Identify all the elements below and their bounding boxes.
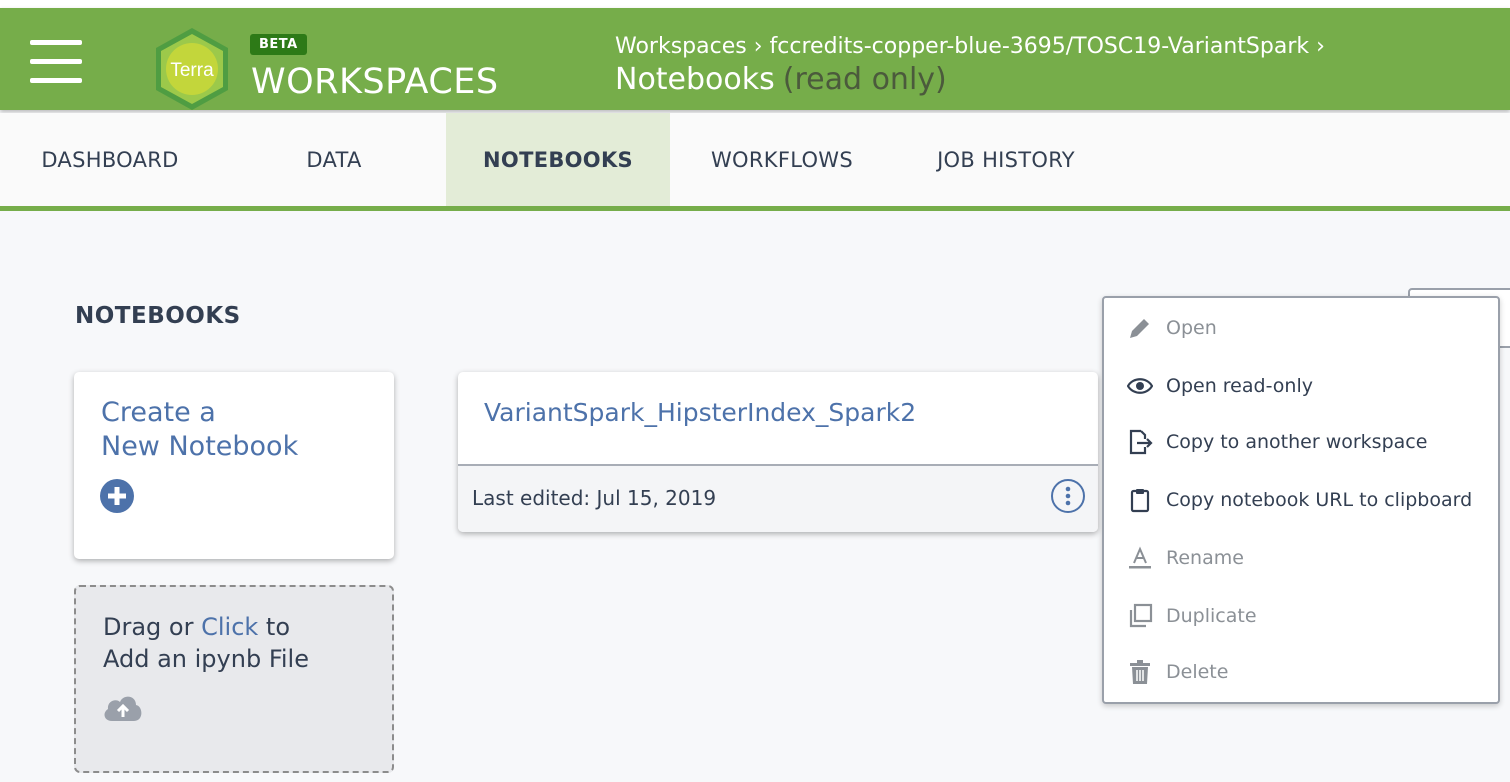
- read-only-label: (read only): [782, 62, 947, 97]
- breadcrumb: Workspaces › fccredits-copper-blue-3695/…: [615, 34, 1325, 59]
- tab-workflows[interactable]: WORKFLOWS: [672, 113, 892, 206]
- clipboard-icon: [1126, 486, 1154, 514]
- tab-notebooks[interactable]: NOTEBOOKS: [446, 113, 670, 206]
- terra-logo[interactable]: Terra: [148, 26, 236, 114]
- breadcrumb-workspace-name[interactable]: fccredits-copper-blue-3695/TOSC19-Varian…: [770, 34, 1310, 59]
- more-options-icon[interactable]: [1051, 479, 1085, 513]
- last-edited: Last edited: Jul 15, 2019: [472, 486, 717, 510]
- notebook-context-menu: Open Open read-only Copy to another work…: [1102, 296, 1500, 704]
- menu-item-open[interactable]: Open: [1126, 308, 1217, 348]
- menu-item-delete[interactable]: Delete: [1126, 652, 1228, 692]
- beta-badge: BETA: [250, 34, 307, 55]
- upload-click-link[interactable]: Click: [201, 613, 258, 641]
- tab-bar: DASHBOARD DATA NOTEBOOKS WORKFLOWS JOB H…: [0, 113, 1510, 211]
- section-title: NOTEBOOKS: [75, 303, 241, 329]
- rename-icon: [1126, 544, 1154, 572]
- notebook-name[interactable]: VariantSpark_HipsterIndex_Spark2: [484, 398, 916, 427]
- breadcrumb-workspaces[interactable]: Workspaces: [615, 34, 747, 59]
- menu-item-open-read-only[interactable]: Open read-only: [1126, 366, 1313, 406]
- page-title: Notebooks (read only): [615, 62, 947, 97]
- menu-item-rename[interactable]: Rename: [1126, 538, 1244, 578]
- notebook-card[interactable]: VariantSpark_HipsterIndex_Spark2 Last ed…: [458, 372, 1098, 532]
- product-name[interactable]: WORKSPACES: [251, 62, 499, 102]
- menu-item-copy-url[interactable]: Copy notebook URL to clipboard: [1126, 480, 1472, 520]
- top-strip: [0, 0, 1510, 8]
- tab-data[interactable]: DATA: [224, 113, 444, 206]
- eye-icon: [1126, 372, 1154, 400]
- tab-dashboard[interactable]: DASHBOARD: [0, 113, 220, 206]
- page-title-text: Notebooks: [615, 62, 775, 97]
- notebook-card-footer: Last edited: Jul 15, 2019: [458, 464, 1098, 532]
- menu-item-copy-to-workspace[interactable]: Copy to another workspace: [1126, 422, 1427, 462]
- hamburger-menu-icon[interactable]: [30, 40, 82, 84]
- upload-label: Drag or Click to Add an ipynb File: [103, 613, 309, 673]
- breadcrumb-separator: ›: [753, 34, 763, 59]
- svg-text:Terra: Terra: [170, 60, 214, 81]
- tab-job-history[interactable]: JOB HISTORY: [896, 113, 1116, 206]
- app-header: Terra BETA WORKSPACES Workspaces › fccre…: [0, 8, 1510, 110]
- copy-out-icon: [1126, 428, 1154, 456]
- trash-icon: [1126, 658, 1154, 686]
- cloud-upload-icon: [104, 696, 142, 721]
- pencil-icon: [1126, 314, 1154, 342]
- create-notebook-card[interactable]: Create a New Notebook: [74, 372, 394, 559]
- menu-item-duplicate[interactable]: Duplicate: [1126, 596, 1257, 636]
- upload-dropzone[interactable]: Drag or Click to Add an ipynb File: [74, 585, 394, 773]
- breadcrumb-separator: ›: [1316, 34, 1325, 59]
- duplicate-icon: [1126, 602, 1154, 630]
- create-notebook-label: Create a New Notebook: [101, 397, 299, 462]
- plus-circle-icon[interactable]: [100, 479, 134, 513]
